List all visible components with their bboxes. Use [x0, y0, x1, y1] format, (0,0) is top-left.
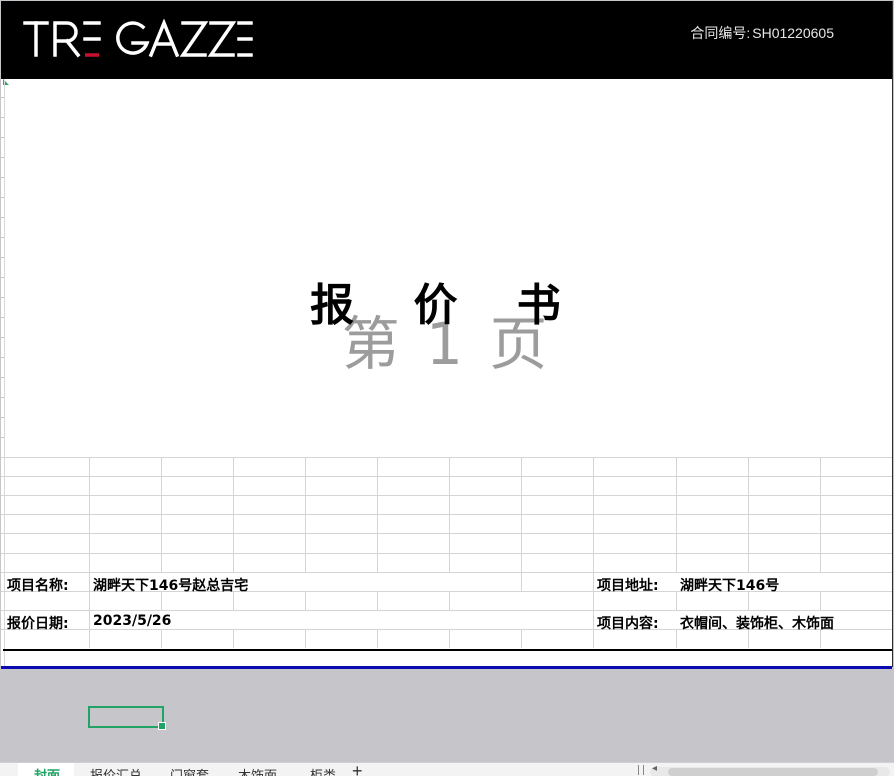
project-content-value[interactable]: 衣帽间、装饰柜、木饰面	[680, 613, 834, 633]
document-title: 报 价 书	[310, 280, 583, 331]
tab-door-window-trim[interactable]: 门窗套	[170, 765, 209, 776]
brand-logo-mark	[23, 18, 253, 58]
scrollbar-thumb[interactable]	[668, 768, 878, 776]
project-content-label: 项目内容:	[597, 616, 659, 632]
header-band: 合同编号: SH01220605	[1, 1, 892, 79]
tab-quote-summary[interactable]: 报价汇总	[90, 765, 142, 776]
contract-number: 合同编号: SH01220605	[688, 23, 834, 43]
tab-cabinets[interactable]: 柜类	[310, 765, 336, 776]
tab-scroll-divider[interactable]	[638, 765, 644, 775]
spreadsheet-window: 合同编号: SH01220605 报 价 书 第 1 页 项目名称: 湖畔天下1…	[0, 0, 894, 776]
print-area-border	[1, 666, 892, 669]
cell-grid[interactable]: 项目名称: 湖畔天下146号赵总吉宅 项目地址: 湖畔天下146号 报价日期: …	[1, 457, 892, 669]
print-page: 合同编号: SH01220605 报 价 书 第 1 页 项目名称: 湖畔天下1…	[1, 1, 893, 669]
brand-logo	[23, 18, 253, 59]
bottom-border-line	[3, 649, 892, 651]
contract-number-value: SH01220605	[752, 25, 834, 41]
scroll-left-icon[interactable]: ◂	[652, 763, 657, 774]
project-address-value[interactable]: 湖畔天下146号	[680, 575, 779, 595]
tab-cover[interactable]: 封面	[34, 765, 60, 776]
project-name-label: 项目名称:	[7, 578, 69, 594]
tab-wood-veneer[interactable]: 木饰面	[238, 765, 277, 776]
selected-cell[interactable]	[88, 706, 164, 728]
project-name-value[interactable]: 湖畔天下146号赵总吉宅	[93, 575, 248, 595]
quote-date-label: 报价日期:	[7, 616, 69, 632]
quote-date-value[interactable]: 2023/5/26	[93, 613, 171, 629]
plus-icon[interactable]: +	[352, 761, 363, 776]
contract-number-label: 合同编号:	[690, 25, 751, 41]
fill-handle[interactable]	[158, 722, 166, 730]
sheet-tab-bar: 封面 报价汇总 门窗套 木饰面 柜类 + ◂	[0, 761, 894, 776]
project-address-label: 项目地址:	[597, 578, 659, 594]
